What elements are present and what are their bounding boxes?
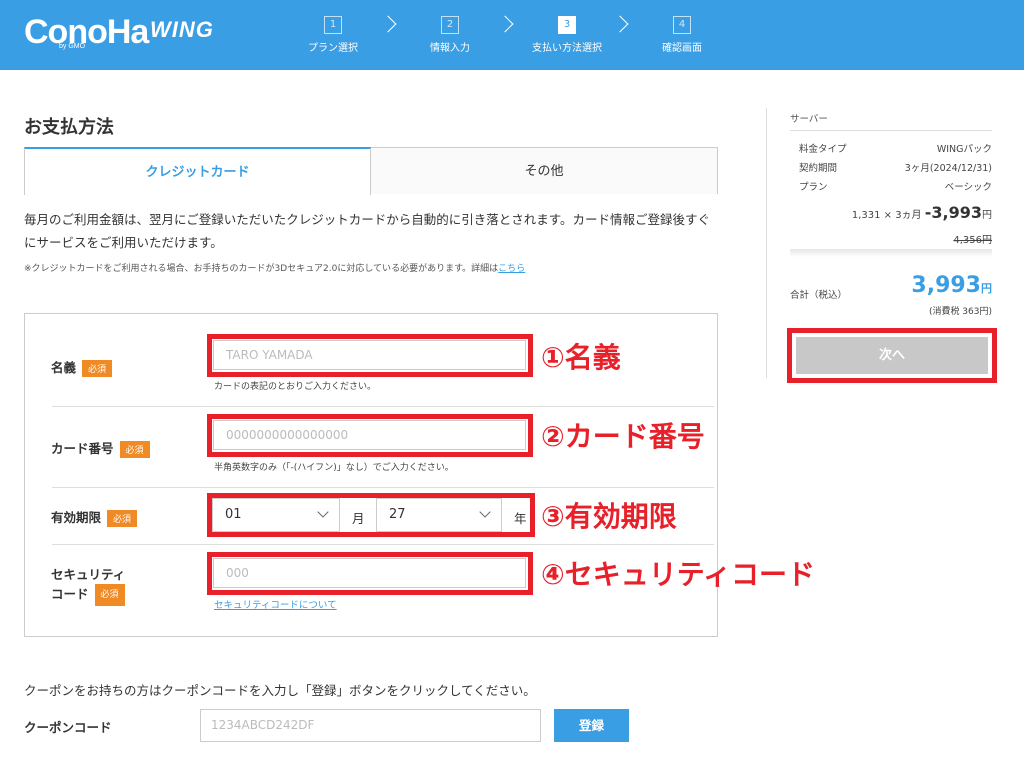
divider xyxy=(52,487,714,488)
name-label: 名義 必須 xyxy=(51,357,113,377)
divider xyxy=(790,130,992,131)
next-button-highlight: 次へ xyxy=(787,328,997,383)
logo-sub: by GMO xyxy=(59,43,86,50)
sidebar-section-title: サーバー xyxy=(790,114,828,125)
tab-credit-card[interactable]: クレジットカード xyxy=(24,147,371,195)
annotation-name: ①名義 xyxy=(541,341,621,374)
card-number-label: カード番号 必須 xyxy=(51,438,150,458)
summary-key: 契約期間 xyxy=(799,163,838,174)
security-code-help-link[interactable]: セキュリティコードについて xyxy=(214,597,337,611)
summary-key: プラン xyxy=(799,182,828,193)
tab-other[interactable]: その他 xyxy=(371,147,718,194)
divider xyxy=(52,544,714,545)
name-hint: カードの表記のとおりご入力ください。 xyxy=(214,382,377,392)
3d-secure-note: ※クレジットカードをご利用される場合、お手持ちのカードが3Dセキュア2.0に対応… xyxy=(24,264,526,274)
divider xyxy=(52,406,714,407)
annotation-card-number: ②カード番号 xyxy=(541,420,705,453)
payment-description: 毎月のご利用金額は、翌月にご登録いただいたクレジットカードから自動的に引き落とさ… xyxy=(24,212,711,250)
price-line: 1,331 × 3ヵ月 -3,993円 xyxy=(851,203,992,222)
tax-note: (消費税 363円) xyxy=(928,307,992,317)
coupon-instructions: クーポンをお持ちの方はクーポンコードを入力し「登録」ボタンをクリックしてください… xyxy=(24,683,536,698)
conoha-logo[interactable]: ConoHa xyxy=(24,13,149,51)
summary-value: WINGパック xyxy=(936,144,992,155)
coupon-input[interactable]: 1234ABCD242DF xyxy=(200,709,541,742)
highlight-box xyxy=(207,414,533,457)
total-label: 合計（税込） xyxy=(790,290,848,301)
sidebar-divider xyxy=(766,108,767,378)
required-badge: 必須 xyxy=(107,510,138,527)
total-value: 3,993円 xyxy=(911,273,992,298)
required-badge: 必須 xyxy=(94,584,125,606)
old-price: 4,356円 xyxy=(953,235,992,246)
top-header: ConoHa by GMO WING 1 プラン選択 2 情報入力 3 支払い方… xyxy=(0,0,1024,70)
card-number-hint: 半角英数字のみ（「-(ハイフン)」なし）でご入力ください。 xyxy=(214,463,454,473)
wing-logo: WING xyxy=(150,17,214,42)
coupon-label: クーポンコード xyxy=(24,720,112,735)
highlight-box xyxy=(207,334,533,377)
coupon-register-button[interactable]: 登録 xyxy=(554,709,629,742)
step-1: 1 プラン選択 xyxy=(273,12,393,54)
step-3: 3 支払い方法選択 xyxy=(507,12,627,54)
required-badge: 必須 xyxy=(82,360,113,377)
required-badge: 必須 xyxy=(119,441,150,458)
page-title: お支払方法 xyxy=(24,117,114,138)
step-2: 2 情報入力 xyxy=(390,12,510,54)
summary-value: ベーシック xyxy=(944,182,992,193)
summary-value: 3ヶ月(2024/12/31) xyxy=(904,163,992,174)
payment-tabs: クレジットカード その他 xyxy=(24,147,718,195)
security-code-label: セキュリティ コード 必須 xyxy=(51,566,125,606)
summary-separator xyxy=(790,249,992,257)
highlight-box xyxy=(207,552,533,595)
details-link[interactable]: こちら xyxy=(498,264,525,274)
step-4: 4 確認画面 xyxy=(622,12,742,54)
annotation-expiry: ③有効期限 xyxy=(541,500,677,533)
annotation-security-code: ④セキュリティコード xyxy=(541,558,816,591)
summary-key: 料金タイプ xyxy=(799,144,847,155)
next-button[interactable]: 次へ xyxy=(796,337,988,374)
expiry-label: 有効期限 必須 xyxy=(51,507,138,527)
highlight-box xyxy=(207,493,535,537)
